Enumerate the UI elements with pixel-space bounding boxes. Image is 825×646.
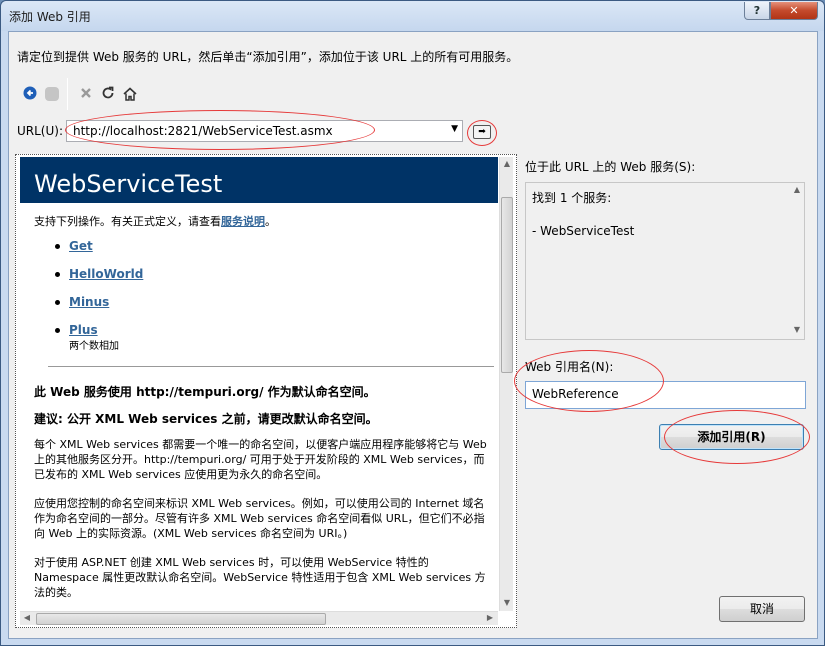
divider xyxy=(48,366,494,367)
list-item: HelloWorld xyxy=(34,267,498,281)
scroll-left-icon[interactable]: ◀ xyxy=(21,613,33,622)
services-found-text: 找到 1 个服务: xyxy=(532,191,612,205)
scroll-thumb[interactable] xyxy=(501,197,513,373)
services-label: 位于此 URL 上的 Web 服务(S): xyxy=(525,160,696,174)
reference-name-label: Web 引用名(N): xyxy=(525,360,614,374)
add-reference-button[interactable]: 添加引用(R) xyxy=(659,424,804,450)
operation-link[interactable]: Get xyxy=(69,239,93,253)
scroll-down-icon[interactable]: ▼ xyxy=(791,325,803,334)
refresh-icon[interactable] xyxy=(99,86,117,104)
url-label: URL(U): xyxy=(17,124,63,138)
page-intro: 支持下列操作。有关正式定义，请查看服务说明。 xyxy=(34,215,276,228)
operation-link[interactable]: Plus xyxy=(69,323,98,337)
url-input[interactable]: http://localhost:2821/WebServiceTest.asm… xyxy=(66,120,463,142)
namespace-heading: 此 Web 服务使用 http://tempuri.org/ 作为默认命名空间。 xyxy=(34,385,376,399)
service-description-link[interactable]: 服务说明 xyxy=(221,215,265,228)
dialog-body: 请定位到提供 Web 服务的 URL，然后单击“添加引用”，添加位于该 URL … xyxy=(8,31,818,639)
page-title: WebServiceTest xyxy=(20,157,498,203)
help-button[interactable]: ? xyxy=(744,2,770,20)
operation-description: 两个数相加 xyxy=(69,341,119,352)
scroll-up-icon[interactable]: ▲ xyxy=(501,159,513,168)
horizontal-scrollbar[interactable]: ◀ ▶ xyxy=(20,611,498,625)
list-item: Get xyxy=(34,239,498,253)
x-icon[interactable] xyxy=(77,86,95,104)
window-title: 添加 Web 引用 xyxy=(9,10,91,24)
vertical-scrollbar[interactable]: ▲ ▼ xyxy=(499,157,513,611)
list-item: - WebServiceTest xyxy=(532,224,635,238)
list-item: Minus xyxy=(34,295,498,309)
back-arrow-icon[interactable] xyxy=(21,86,39,104)
home-icon[interactable] xyxy=(121,86,139,104)
scroll-down-icon[interactable]: ▼ xyxy=(501,598,513,607)
recommendation-heading: 建议: 公开 XML Web services 之前，请更改默认命名空间。 xyxy=(34,412,378,426)
go-arrow-icon[interactable]: ➡ xyxy=(473,125,491,139)
scroll-up-icon[interactable]: ▲ xyxy=(791,185,803,194)
services-list[interactable]: 找到 1 个服务: - WebServiceTest ▲ ▼ xyxy=(525,182,805,340)
vertical-scrollbar[interactable]: ▲ ▼ xyxy=(790,183,804,339)
browser-toolbar xyxy=(15,74,145,114)
scroll-thumb[interactable] xyxy=(36,613,326,625)
url-value: http://localhost:2821/WebServiceTest.asm… xyxy=(73,124,333,138)
add-web-reference-dialog: 添加 Web 引用 ? ✕ 请定位到提供 Web 服务的 URL，然后单击“添加… xyxy=(0,0,825,646)
close-button[interactable]: ✕ xyxy=(770,2,818,20)
service-page: WebServiceTest 支持下列操作。有关正式定义，请查看服务说明。 Ge… xyxy=(20,157,498,611)
operations-list: Get HelloWorld Minus Plus 两个数相加 xyxy=(34,239,498,352)
operation-link[interactable]: Minus xyxy=(69,295,109,309)
cancel-button[interactable]: 取消 xyxy=(719,596,805,622)
reference-name-field[interactable]: WebReference xyxy=(525,381,806,409)
paragraph: 每个 XML Web services 都需要一个唯一的命名空间，以便客户端应用… xyxy=(34,438,487,481)
toolbar-separator xyxy=(67,78,68,110)
operation-link[interactable]: HelloWorld xyxy=(69,267,143,281)
list-item: Plus 两个数相加 xyxy=(34,323,498,352)
scroll-right-icon[interactable]: ▶ xyxy=(484,613,496,622)
title-bar: 添加 Web 引用 ? ✕ xyxy=(1,1,824,31)
web-browser-pane[interactable]: WebServiceTest 支持下列操作。有关正式定义，请查看服务说明。 Ge… xyxy=(15,154,517,628)
paragraph: 对于使用 ASP.NET 创建 XML Web services 时，可以使用 … xyxy=(34,556,486,599)
stop-icon[interactable] xyxy=(43,86,61,104)
instruction-text: 请定位到提供 Web 服务的 URL，然后单击“添加引用”，添加位于该 URL … xyxy=(17,50,519,64)
paragraph: 应使用您控制的命名空间来标识 XML Web services。例如，可以使用公… xyxy=(34,497,485,540)
chevron-down-icon[interactable]: ▼ xyxy=(451,124,458,134)
